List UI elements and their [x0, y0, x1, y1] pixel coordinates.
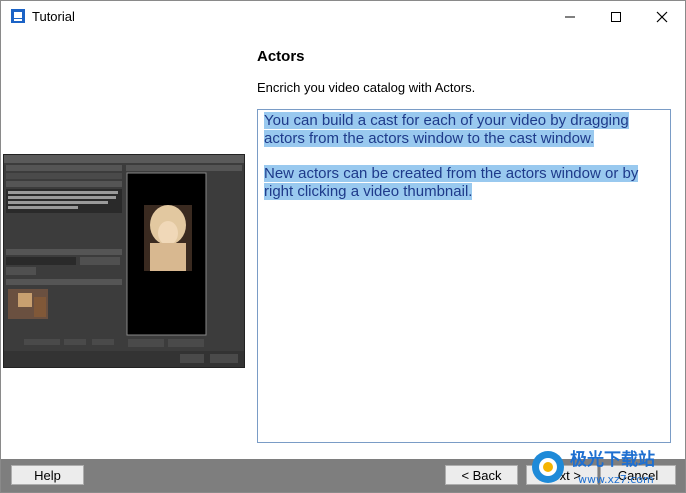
description-paragraph: You can build a cast for each of your vi…	[264, 112, 664, 148]
description-paragraph: New actors can be created from the actor…	[264, 165, 664, 201]
back-button[interactable]: < Back	[445, 465, 518, 485]
minimize-button[interactable]	[547, 1, 593, 32]
watermark-title: 极光下载站	[570, 449, 655, 470]
tutorial-screenshot-image	[3, 154, 245, 368]
tutorial-illustration-panel	[1, 33, 251, 459]
selected-text: New actors can be created from the actor…	[264, 165, 639, 200]
maximize-button[interactable]	[593, 1, 639, 32]
tutorial-window: Tutorial Actors Encrich you video catalo…	[0, 0, 686, 493]
selected-text: You can build a cast for each of your vi…	[264, 112, 629, 147]
description-textbox[interactable]: You can build a cast for each of your vi…	[257, 109, 671, 443]
maximize-icon	[611, 11, 621, 22]
window-title: Tutorial	[32, 9, 75, 24]
close-icon	[656, 11, 668, 22]
help-button[interactable]: Help	[11, 465, 84, 485]
close-button[interactable]	[639, 1, 685, 32]
minimize-icon	[565, 16, 575, 17]
watermark-url: www.xz7.com	[578, 473, 654, 486]
page-subtitle: Encrich you video catalog with Actors.	[257, 80, 476, 95]
title-bar[interactable]: Tutorial	[1, 1, 685, 32]
app-icon	[11, 9, 25, 23]
page-heading: Actors	[257, 48, 305, 65]
watermark-logo: 极光下载站 www.xz7.com	[532, 449, 655, 486]
